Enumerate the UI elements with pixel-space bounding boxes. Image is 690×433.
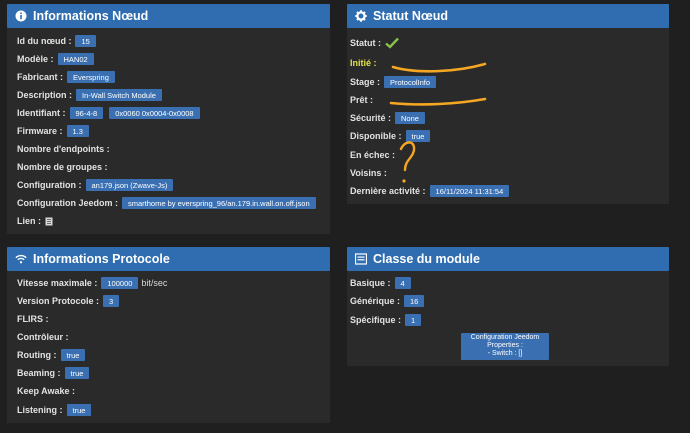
configuration-label: Configuration : [17,180,82,190]
basic-row: Basique : 4 [350,276,417,290]
beaming-value: true [64,367,90,379]
annotation-question-mark [399,141,416,172]
keep-awake-label: Keep Awake : [17,386,76,396]
book-icon[interactable] [45,217,53,226]
generic-value: 16 [404,295,425,307]
protocol-version-row: Version Protocole : 3 [17,294,125,308]
firmware-row: Firmware : 1.3 [17,124,95,138]
check-icon [385,37,399,49]
identifier-label: Identifiant : [17,108,66,118]
protocol-info-title: Informations Protocole [33,252,170,266]
neighbors-label: Voisins : [350,168,387,178]
ready-row: Prêt : [350,93,377,107]
maker-row: Fabricant : Everspring [17,70,121,84]
initialized-label: Initié : [350,58,377,68]
model-value: HAN02 [57,53,94,65]
node-info-panel: Informations Nœud Id du nœud : 15 Modèle… [7,4,330,234]
node-info-title: Informations Nœud [33,9,149,23]
groups-label: Nombre de groupes : [17,162,108,172]
link-row: Lien : [17,214,53,228]
protocol-version-value: 3 [103,295,120,307]
annotation-marks [389,62,487,183]
stage-label: Stage : [350,77,381,87]
node-id-value: 15 [75,35,96,47]
wifi-icon [15,253,27,265]
annotation-stroke-pret [389,97,487,106]
firmware-value: 1.3 [66,125,89,137]
endpoints-label: Nombre d'endpoints : [17,144,110,154]
cfg-box-line-3: - Switch : [] [487,350,523,357]
groups-row: Nombre de groupes : [17,160,112,174]
generic-label: Générique : [350,296,401,306]
node-info-header: Informations Nœud [7,4,330,28]
link-label: Lien : [17,216,41,226]
identifier-value-2: 0x0060 0x0004-0x0008 [109,107,200,119]
max-speed-row: Vitesse maximale : 100000 bit/sec [17,276,167,290]
listening-row: Listening : true [17,403,97,417]
identifier-value-1: 96-4-8 [69,107,104,119]
annotation-question-dot [402,179,406,183]
node-id-label: Id du nœud : [17,36,72,46]
neighbors-row: Voisins : [350,166,391,180]
description-row: Description : In-Wall Switch Module [17,88,168,102]
controller-row: Contrôleur : [17,330,73,344]
info-circle-icon [15,10,27,22]
specific-label: Spécifique : [350,315,402,325]
protocol-version-label: Version Protocole : [17,296,100,306]
cfg-box-line-1: Configuration Jeedom [470,334,540,341]
beaming-row: Beaming : true [17,366,95,380]
routing-row: Routing : true [17,348,91,362]
protocol-info-header: Informations Protocole [7,247,330,271]
status-row: Statut : [350,36,399,50]
jeedom-config-row: Configuration Jeedom : smarthome by ever… [17,196,322,210]
ready-label: Prêt : [350,95,374,105]
module-class-header: Classe du module [347,247,669,271]
firmware-label: Firmware : [17,126,63,136]
routing-label: Routing : [17,350,57,360]
beaming-label: Beaming : [17,368,61,378]
max-speed-value: 100000 [101,277,139,289]
maker-value: Everspring [67,71,115,83]
jeedom-config-label: Configuration Jeedom : [17,198,118,208]
gear-icon [355,10,367,22]
flirs-row: FLIRS : [17,312,53,326]
description-label: Description : [17,90,73,100]
maker-label: Fabricant : [17,72,64,82]
listening-label: Listening : [17,405,63,415]
flirs-label: FLIRS : [17,314,49,324]
max-speed-label: Vitesse maximale : [17,278,98,288]
model-row: Modèle : HAN02 [17,52,100,66]
keep-awake-row: Keep Awake : [17,384,79,398]
node-status-title: Statut Nœud [373,9,448,23]
description-value: In-Wall Switch Module [76,89,162,101]
protocol-info-panel: Informations Protocole Vitesse maximale … [7,247,330,423]
endpoints-row: Nombre d'endpoints : [17,142,114,156]
max-speed-unit: bit/sec [141,278,168,288]
security-label: Sécurité : [350,113,392,123]
status-label: Statut : [350,38,381,48]
node-id-row: Id du nœud : 15 [17,34,102,48]
specific-row: Spécifique : 1 [350,313,427,327]
node-status-panel: Statut Nœud Statut : Initié : Stage : Pr… [347,4,669,204]
cfg-box-line-2: Properties : [487,342,523,349]
controller-label: Contrôleur : [17,332,69,342]
listening-value: true [66,404,92,416]
module-class-panel: Classe du module Basique : 4 Générique :… [347,247,669,366]
configuration-row: Configuration : an179.json (Zwave-Js) [17,178,179,192]
specific-value: 1 [405,314,422,326]
basic-value: 4 [394,277,411,289]
model-label: Modèle : [17,54,54,64]
identifier-row: Identifiant : 96-4-8 0x0060 0x0004-0x000… [17,106,206,120]
jeedom-config-properties-box[interactable]: Configuration Jeedom Properties : - Swit… [461,333,549,360]
generic-row: Générique : 16 [350,294,430,308]
initialized-row: Initié : [350,56,381,70]
configuration-value: an179.json (Zwave-Js) [85,179,174,191]
jeedom-config-value: smarthome by everspring_96/an.179.in.wal… [122,197,316,209]
routing-value: true [60,349,86,361]
basic-label: Basique : [350,278,391,288]
node-status-header: Statut Nœud [347,4,669,28]
list-icon [355,253,367,265]
annotation-stroke-initie [391,62,487,73]
module-class-title: Classe du module [373,252,480,266]
